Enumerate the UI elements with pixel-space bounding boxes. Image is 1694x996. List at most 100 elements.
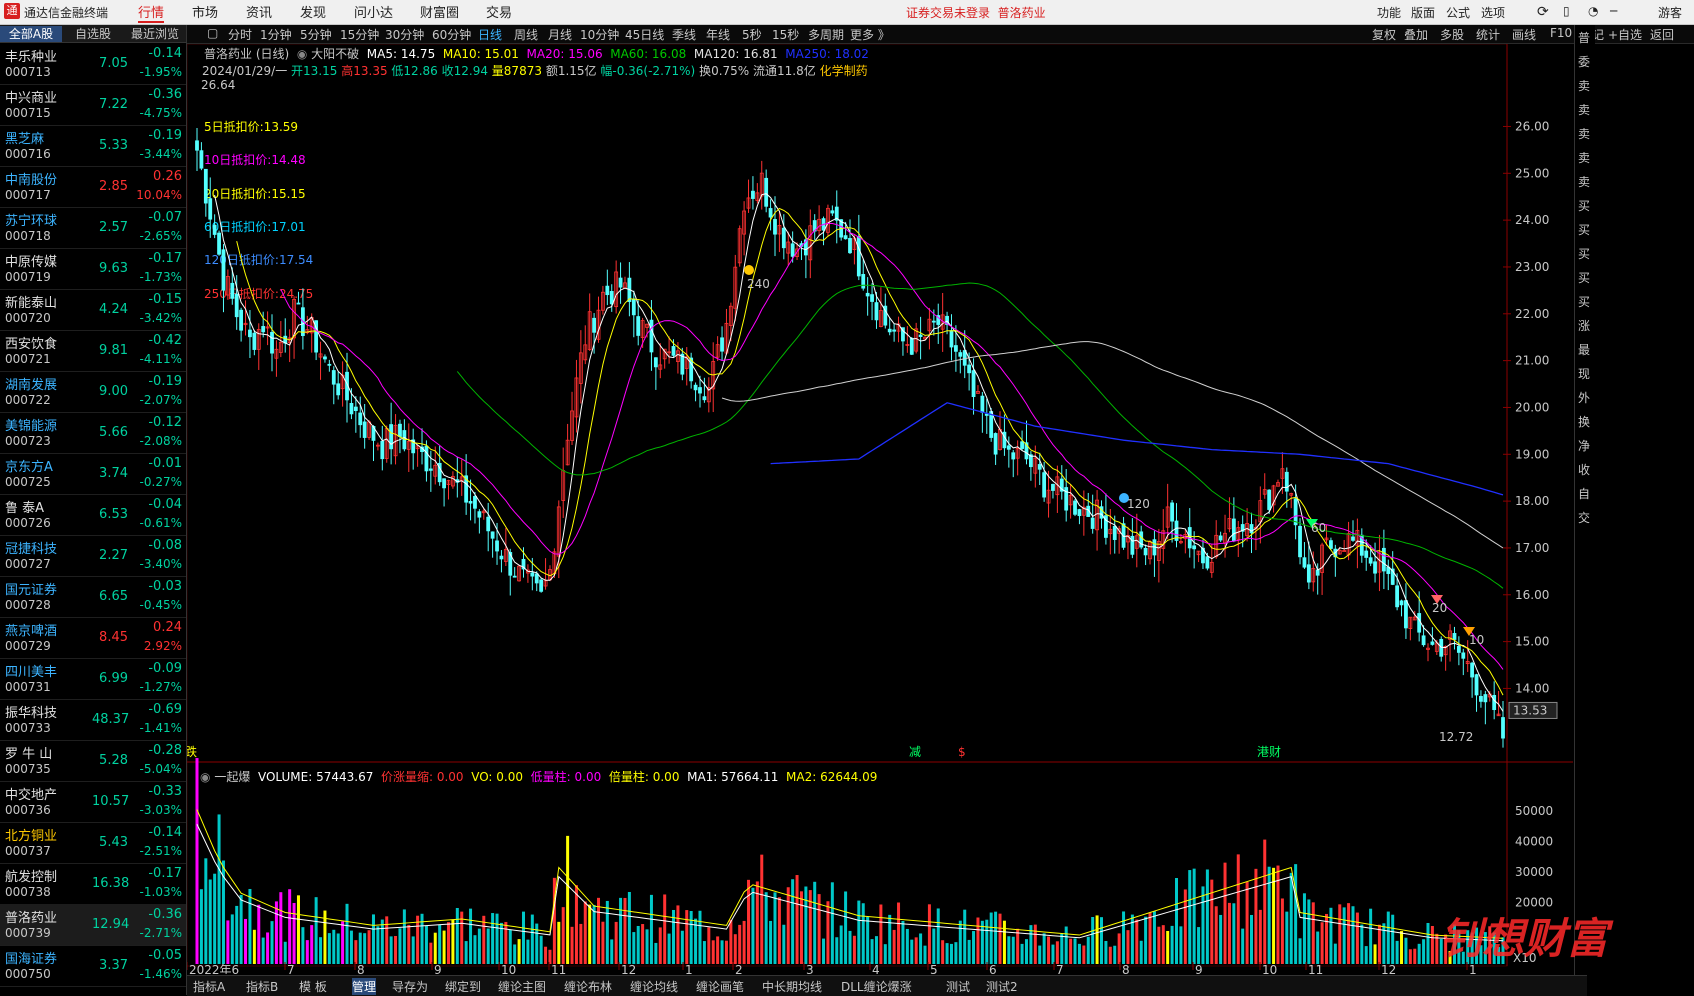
stock-row[interactable]: 美锦能源 000723 5.66 -0.12 -2.08%	[0, 412, 186, 454]
stock-row[interactable]: 国元证券 000728 6.65 -0.03 -0.45%	[0, 576, 186, 618]
panel-toggle-icon[interactable]: ▢	[207, 26, 218, 40]
stock-name: 中原传媒	[5, 255, 58, 270]
volume-bar	[341, 921, 345, 964]
stock-row[interactable]: 燕京啤酒 000729 8.45 0.24 2.92%	[0, 617, 186, 659]
volume-bar	[1135, 919, 1139, 964]
minimize-icon[interactable]: ─	[1610, 4, 1617, 18]
stock-row[interactable]: 中兴商业 000715 7.22 -0.36 -4.75%	[0, 84, 186, 126]
period-9[interactable]: 10分钟	[580, 26, 619, 43]
period-5[interactable]: 60分钟	[432, 26, 471, 43]
period-12[interactable]: 年线	[706, 26, 730, 43]
indicator-tab-1[interactable]: 指标B	[246, 978, 278, 995]
stock-code: 000750	[5, 967, 51, 981]
stock-row[interactable]: 京东方A 000725 3.74 -0.01 -0.27%	[0, 453, 186, 495]
period-10[interactable]: 45日线	[625, 26, 664, 43]
menu-ask[interactable]: 问小达	[354, 2, 393, 21]
stock-code: 000737	[5, 844, 51, 858]
stock-row[interactable]: 冠捷科技 000727 2.27 -0.08 -3.40%	[0, 535, 186, 577]
menu-quotes[interactable]: 行情	[138, 2, 165, 23]
volume-bar	[380, 919, 384, 964]
stock-row[interactable]: 黑芝麻 000716 5.33 -0.19 -3.44%	[0, 125, 186, 167]
stock-change: -0.04	[148, 497, 182, 512]
menu-options[interactable]: 选项	[1481, 4, 1505, 21]
user-label[interactable]: 游客	[1658, 4, 1682, 21]
indicator-tab-9[interactable]: 缠论画笔	[696, 978, 744, 995]
tool-7[interactable]: +自选	[1608, 26, 1642, 43]
tool-1[interactable]: 叠加	[1404, 26, 1428, 43]
stock-row[interactable]: 苏宁环球 000718 2.57 -0.07 -2.65%	[0, 207, 186, 249]
period-11[interactable]: 季线	[672, 26, 696, 43]
stock-row[interactable]: 中交地产 000736 10.57 -0.33 -3.03%	[0, 781, 186, 823]
bell-icon[interactable]: ◔	[1588, 4, 1598, 18]
tool-8[interactable]: 返回	[1650, 26, 1674, 43]
lock-icon[interactable]: ▯	[1563, 4, 1570, 18]
period-14[interactable]: 15秒	[772, 26, 799, 43]
stock-pct: -2.07%	[139, 393, 182, 407]
period-16[interactable]: 更多 》	[850, 26, 890, 43]
indicator-tab-10[interactable]: 中长期均线	[762, 978, 822, 995]
indicator-tab-4[interactable]: 导存为	[392, 978, 428, 995]
login-notice[interactable]: 证券交易未登录 普洛药业	[906, 4, 1046, 21]
indicator-tab-11[interactable]: DLL缠论爆涨	[841, 978, 912, 995]
stock-row[interactable]: 中南股份 000717 2.85 0.26 10.04%	[0, 166, 186, 208]
stock-row[interactable]: 普洛药业 000739 12.94 -0.36 -2.71%	[0, 904, 186, 946]
period-7[interactable]: 周线	[514, 26, 538, 43]
indicator-tab-3[interactable]: 管理	[352, 978, 377, 995]
refresh-icon[interactable]: ⟳	[1537, 4, 1549, 20]
menu-function[interactable]: 功能	[1377, 4, 1401, 21]
indicator-tab-6[interactable]: 缠论主图	[498, 978, 546, 995]
period-3[interactable]: 15分钟	[340, 26, 379, 43]
indicator-tab-2[interactable]: 模 板	[299, 978, 327, 995]
menu-layout[interactable]: 版面	[1411, 4, 1435, 21]
indicator-tab-7[interactable]: 缠论布林	[564, 978, 612, 995]
tool-5[interactable]: F10	[1550, 26, 1572, 40]
candle-body	[199, 150, 204, 169]
tab-watchlist[interactable]: 自选股	[62, 26, 124, 42]
period-0[interactable]: 分时	[228, 26, 252, 43]
menu-discover[interactable]: 发现	[300, 2, 326, 21]
stock-row[interactable]: 振华科技 000733 48.37 -0.69 -1.41%	[0, 699, 186, 741]
menu-trade[interactable]: 交易	[486, 2, 512, 21]
stock-row[interactable]: 西安饮食 000721 9.81 -0.42 -4.11%	[0, 330, 186, 372]
volume-bar	[1122, 911, 1126, 964]
menu-news[interactable]: 资讯	[246, 2, 272, 21]
stock-row[interactable]: 四川美丰 000731 6.99 -0.09 -1.27%	[0, 658, 186, 700]
stock-row[interactable]: 丰乐种业 000713 7.05 -0.14 -1.95%	[0, 43, 186, 85]
indicator-tab-0[interactable]: 指标A	[193, 978, 225, 995]
period-15[interactable]: 多周期	[808, 26, 844, 43]
period-1[interactable]: 1分钟	[260, 26, 292, 43]
stock-row[interactable]: 罗 牛 山 000735 5.28 -0.28 -5.04%	[0, 740, 186, 782]
x-tick-label: 2022年6	[189, 963, 239, 974]
candle-body	[1051, 483, 1055, 491]
indicator-tab-13[interactable]: 测试2	[986, 978, 1018, 995]
tab-recent[interactable]: 最近浏览	[124, 26, 186, 42]
stock-row[interactable]: 国海证券 000750 3.37 -0.05 -1.46%	[0, 945, 186, 987]
stock-row[interactable]: 中原传媒 000719 9.63 -0.17 -1.73%	[0, 248, 186, 290]
tool-2[interactable]: 多股	[1440, 26, 1464, 43]
indicator-tab-8[interactable]: 缠论均线	[630, 978, 678, 995]
stock-row[interactable]: 航发控制 000738 16.38 -0.17 -1.03%	[0, 863, 186, 905]
tool-3[interactable]: 统计	[1476, 26, 1500, 43]
volume-bar	[1126, 930, 1130, 964]
tool-4[interactable]: 画线	[1512, 26, 1536, 43]
tab-all-a-shares[interactable]: 全部A股	[0, 26, 62, 42]
menu-wealth[interactable]: 财富圈	[420, 2, 459, 21]
stock-row[interactable]: 北方铜业 000737 5.43 -0.14 -2.51%	[0, 822, 186, 864]
stock-row[interactable]: 湖南发展 000722 9.00 -0.19 -2.07%	[0, 371, 186, 413]
kline-chart[interactable]: 26.00 25.00 24.00 23.00 22.00 21.00 20.00 19.00…	[187, 44, 1573, 974]
period-2[interactable]: 5分钟	[300, 26, 332, 43]
stock-row[interactable]: 鲁 泰A 000726 6.53 -0.04 -0.61%	[0, 494, 186, 536]
period-4[interactable]: 30分钟	[385, 26, 424, 43]
indicator-tab-12[interactable]: 测试	[946, 978, 970, 995]
period-8[interactable]: 月线	[548, 26, 572, 43]
period-13[interactable]: 5秒	[742, 26, 762, 43]
stock-row[interactable]: 新能泰山 000720 4.24 -0.15 -3.42%	[0, 289, 186, 331]
indicator-tab-5[interactable]: 绑定到	[445, 978, 481, 995]
menu-market[interactable]: 市场	[192, 2, 218, 21]
period-6[interactable]: 日线	[478, 26, 502, 43]
tool-0[interactable]: 复权	[1372, 26, 1396, 43]
stock-change: 0.26	[153, 169, 182, 184]
volume-bar	[795, 875, 799, 964]
menu-formula[interactable]: 公式	[1446, 4, 1470, 21]
candle-body	[773, 219, 777, 235]
